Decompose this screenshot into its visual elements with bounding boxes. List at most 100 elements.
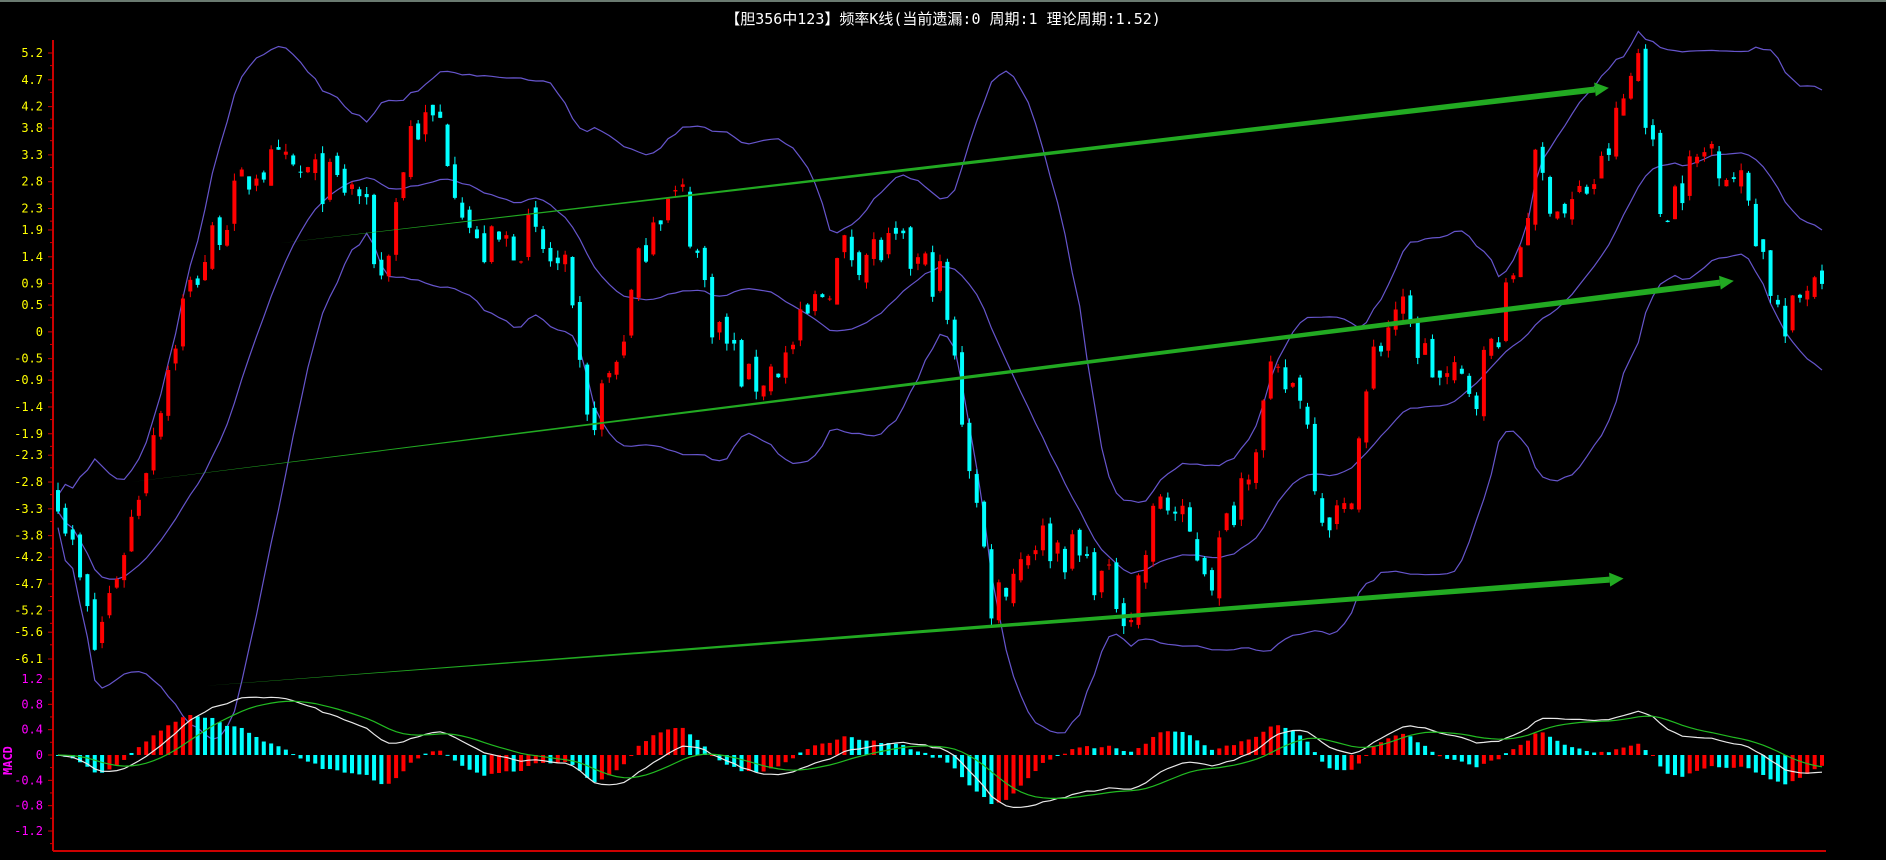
- candle-body: [791, 344, 795, 350]
- candle-down: [1092, 548, 1097, 601]
- candle-body: [1004, 587, 1009, 597]
- candle-up: [1371, 339, 1376, 390]
- macd-histogram-bar: [519, 755, 524, 771]
- candle-up: [1334, 499, 1339, 530]
- candle-body: [1599, 155, 1604, 179]
- candle-down: [776, 373, 781, 378]
- candle-down: [1606, 143, 1611, 161]
- candle-down: [960, 346, 965, 428]
- macd-histogram-bar: [1452, 755, 1457, 760]
- candle-up: [1246, 474, 1251, 491]
- candle-up: [489, 225, 494, 264]
- macd-histogram-bar: [1555, 740, 1560, 755]
- macd-histogram-bar: [1650, 755, 1655, 756]
- candle-up: [1724, 178, 1729, 187]
- candle-body: [210, 225, 215, 269]
- macd-histogram-bar: [1526, 740, 1530, 755]
- candle-up: [1790, 295, 1795, 333]
- macd-histogram-bar: [1430, 751, 1435, 755]
- candle-down: [1459, 365, 1464, 375]
- candle-body: [1209, 570, 1214, 591]
- macd-histogram-bar: [791, 755, 795, 759]
- candle-up: [1018, 552, 1023, 583]
- candle-up: [1158, 494, 1163, 510]
- macd-histogram-bar: [908, 749, 913, 755]
- candle-body: [474, 229, 479, 239]
- candle-down: [372, 193, 377, 269]
- candle-body: [1650, 125, 1655, 140]
- macd-histogram-bar: [357, 755, 362, 775]
- price-tick-label: -5.6: [14, 625, 43, 639]
- candle-up: [1026, 554, 1031, 569]
- candle-down: [901, 228, 906, 239]
- candle-down: [1283, 359, 1288, 393]
- candle-down: [695, 248, 700, 258]
- candle-down: [541, 225, 546, 254]
- macd-histogram-bar: [827, 742, 832, 755]
- candle-body: [915, 257, 920, 264]
- macd-histogram-bar: [945, 755, 950, 763]
- macd-tick-label: 1.2: [21, 672, 43, 686]
- macd-histogram-bar: [350, 755, 354, 774]
- trend-arrow-head: [1719, 275, 1734, 290]
- candle-up: [673, 185, 678, 197]
- macd-histogram-bar: [1533, 733, 1538, 755]
- candle-up: [1107, 559, 1112, 570]
- candle-body: [269, 149, 274, 186]
- price-tick-label: 0.9: [21, 277, 43, 291]
- macd-histogram-bar: [497, 755, 501, 773]
- candle-body: [533, 207, 538, 227]
- candle-down: [1643, 44, 1648, 135]
- candle-body: [1342, 503, 1347, 509]
- macd-histogram-bar: [460, 755, 465, 766]
- candle-body: [195, 278, 200, 285]
- macd-histogram-bar: [1342, 755, 1347, 771]
- macd-histogram-bar: [1584, 750, 1589, 755]
- candle-body: [460, 202, 465, 218]
- candle-body: [320, 153, 325, 205]
- candle-down: [1195, 532, 1200, 562]
- candle-body: [1232, 505, 1236, 526]
- candle-up: [386, 254, 391, 282]
- candle-down: [1761, 239, 1766, 260]
- macd-histogram-bar: [1621, 747, 1626, 755]
- candle-up: [1040, 518, 1045, 556]
- candle-body: [1636, 53, 1641, 81]
- candle-body: [489, 226, 494, 263]
- macd-histogram-bar: [1158, 732, 1163, 755]
- macd-histogram-bar: [1739, 755, 1744, 767]
- candle-body: [923, 253, 928, 265]
- macd-histogram-bar: [813, 745, 818, 755]
- candle-down: [1165, 492, 1170, 515]
- candle-body: [1158, 496, 1163, 509]
- macd-histogram-bar: [1268, 726, 1273, 755]
- candle-body: [1077, 529, 1082, 556]
- candle-up: [313, 153, 318, 181]
- macd-histogram-bar: [1511, 749, 1516, 755]
- candle-down: [85, 573, 90, 612]
- macd-histogram-bar: [1702, 755, 1707, 769]
- candle-down: [1731, 172, 1736, 183]
- candle-body: [1437, 370, 1442, 378]
- candle-up: [886, 227, 891, 259]
- candle-body: [188, 279, 193, 292]
- candle-body: [938, 261, 942, 291]
- macd-tick-label: -1.2: [14, 824, 43, 838]
- macd-histogram-bar: [835, 739, 840, 755]
- macd-histogram-bar: [305, 755, 310, 762]
- candle-body: [158, 413, 163, 437]
- macd-histogram-bar: [798, 752, 803, 755]
- price-tick-label: -4.2: [14, 550, 43, 564]
- candle-body: [1129, 620, 1134, 623]
- candle-up: [1290, 382, 1295, 389]
- candle-up: [1356, 436, 1361, 513]
- candle-body: [776, 373, 781, 378]
- macd-histogram-bar: [1217, 748, 1222, 755]
- candle-down: [1379, 342, 1383, 357]
- macd-histogram-bar: [1687, 755, 1692, 774]
- macd-histogram-bar: [474, 755, 479, 773]
- price-tick-label: -3.3: [14, 502, 43, 516]
- price-tick-label: 0.5: [21, 298, 43, 312]
- candle-body: [519, 261, 524, 263]
- candle-down: [1004, 587, 1009, 601]
